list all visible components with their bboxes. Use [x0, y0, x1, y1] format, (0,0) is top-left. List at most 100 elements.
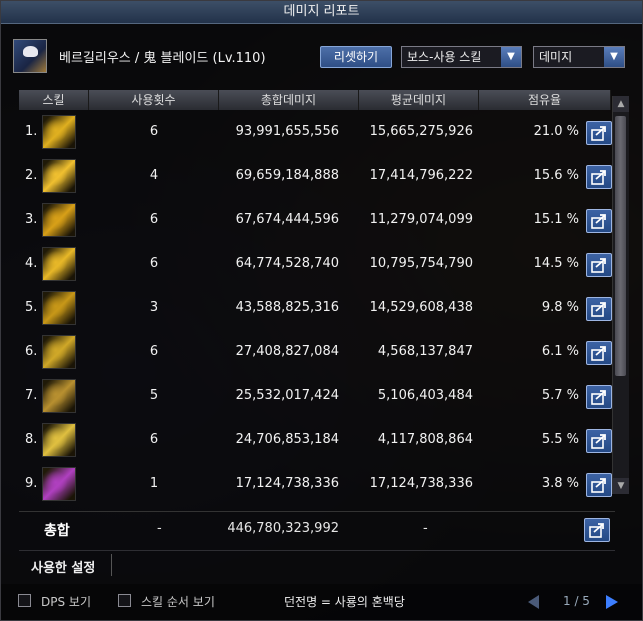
share-export-icon [591, 434, 606, 449]
skill-icon [42, 335, 76, 369]
row-share: 15.6 % [533, 168, 579, 183]
row-total-damage: 64,774,528,740 [235, 256, 339, 271]
table-row: 5. 3 43,588,825,316 14,529,608,438 9.8 % [19, 290, 615, 333]
col-header-total: 총합데미지 [219, 90, 359, 110]
chevron-up-icon[interactable]: ▲ [613, 96, 629, 112]
row-total-damage: 43,588,825,316 [235, 300, 339, 315]
col-header-share: 점유율 [479, 90, 611, 110]
share-export-icon [591, 302, 606, 317]
row-uses: 6 [149, 344, 159, 359]
scrollbar[interactable]: ▲ ▼ [612, 96, 629, 494]
row-share: 6.1 % [541, 344, 579, 359]
skill-icon [42, 291, 76, 325]
row-avg-damage: 4,568,137,847 [377, 344, 473, 359]
metric-dropdown-value: 데미지 [539, 50, 573, 64]
filter-dropdown-value: 보스-사용 스킬 [407, 50, 482, 64]
scroll-thumb[interactable] [615, 116, 626, 376]
page-indicator: 1 / 5 [563, 594, 590, 608]
skill-icon [42, 247, 76, 281]
row-avg-damage: 15,665,275,926 [369, 124, 473, 139]
row-rank: 6. [25, 344, 38, 359]
row-rank: 7. [25, 388, 38, 403]
row-uses: 6 [149, 256, 159, 271]
row-total-damage: 27,408,827,084 [235, 344, 339, 359]
row-rank: 4. [25, 256, 38, 271]
summary-row: 총합 - 446,780,323,992 - [19, 511, 615, 547]
row-share: 5.5 % [541, 432, 579, 447]
row-avg-damage: 11,279,074,099 [369, 212, 473, 227]
table-row: 7. 5 25,532,017,424 5,106,403,484 5.7 % [19, 378, 615, 421]
row-rank: 9. [25, 476, 38, 491]
summary-avg: - [423, 521, 428, 536]
row-uses: 6 [149, 124, 159, 139]
row-share-button[interactable] [586, 341, 612, 365]
share-export-icon [591, 170, 606, 185]
divider [111, 554, 112, 576]
row-share-button[interactable] [586, 253, 612, 277]
row-avg-damage: 14,529,608,438 [369, 300, 473, 315]
prev-page-icon[interactable] [528, 595, 539, 609]
character-avatar [13, 39, 47, 73]
row-total-damage: 67,674,444,596 [235, 212, 339, 227]
row-share-button[interactable] [586, 297, 612, 321]
row-share: 3.8 % [541, 476, 579, 491]
dps-checkbox[interactable] [18, 594, 31, 607]
row-share: 21.0 % [533, 124, 579, 139]
row-rank: 2. [25, 168, 38, 183]
row-total-damage: 69,659,184,888 [235, 168, 339, 183]
chevron-down-icon[interactable]: ▼ [604, 47, 624, 67]
row-rank: 8. [25, 432, 38, 447]
share-export-icon [591, 346, 606, 361]
row-avg-damage: 17,414,796,222 [369, 168, 473, 183]
reset-button[interactable]: 리셋하기 [320, 46, 392, 68]
skill-icon [42, 379, 76, 413]
skill-icon [42, 423, 76, 457]
skill-order-checkbox[interactable] [118, 594, 131, 607]
dps-checkbox-label: DPS 보기 [41, 595, 91, 609]
skill-icon [42, 159, 76, 193]
summary-share-button[interactable] [584, 518, 610, 542]
next-page-icon[interactable] [606, 595, 618, 609]
summary-uses: - [157, 521, 162, 536]
table-row: 9. 1 17,124,738,336 17,124,738,336 3.8 % [19, 466, 615, 509]
settings-row: 사용한 설정 [19, 550, 615, 579]
row-share-button[interactable] [586, 385, 612, 409]
col-header-avg: 평균데미지 [359, 90, 479, 110]
row-share-button[interactable] [586, 165, 612, 189]
skill-icon [42, 203, 76, 237]
share-export-icon [591, 390, 606, 405]
metric-dropdown[interactable]: 데미지 ▼ [533, 46, 625, 68]
row-share-button[interactable] [586, 429, 612, 453]
skill-icon [42, 467, 76, 501]
row-rank: 5. [25, 300, 38, 315]
row-share: 5.7 % [541, 388, 579, 403]
chevron-down-icon[interactable]: ▼ [501, 47, 521, 67]
row-uses: 6 [149, 212, 159, 227]
table-row: 4. 6 64,774,528,740 10,795,754,790 14.5 % [19, 246, 615, 289]
character-name: 베르길리우스 / 鬼 블레이드 (Lv.110) [59, 51, 266, 66]
share-export-icon [591, 478, 606, 493]
share-export-icon [591, 258, 606, 273]
row-share-button[interactable] [586, 121, 612, 145]
skill-table-body: 1. 6 93,991,655,556 15,665,275,926 21.0 % 2. 4… [19, 114, 615, 501]
window-title: 데미지 리포트 [1, 1, 642, 24]
row-avg-damage: 4,117,808,864 [377, 432, 473, 447]
table-row: 8. 6 24,706,853,184 4,117,808,864 5.5 % [19, 422, 615, 465]
row-share-button[interactable] [586, 209, 612, 233]
row-share: 9.8 % [541, 300, 579, 315]
table-row: 6. 6 27,408,827,084 4,568,137,847 6.1 % [19, 334, 615, 377]
filter-dropdown[interactable]: 보스-사용 스킬 ▼ [401, 46, 522, 68]
row-uses: 4 [149, 168, 159, 183]
row-share: 15.1 % [533, 212, 579, 227]
skill-order-checkbox-label: 스킬 순서 보기 [141, 595, 215, 609]
chevron-down-icon[interactable]: ▼ [613, 478, 629, 494]
summary-label: 총합 [44, 523, 70, 539]
row-total-damage: 93,991,655,556 [235, 124, 339, 139]
share-export-icon [591, 126, 606, 141]
row-total-damage: 17,124,738,336 [235, 476, 339, 491]
table-row: 1. 6 93,991,655,556 15,665,275,926 21.0 % [19, 114, 615, 157]
share-export-icon [589, 523, 604, 538]
share-export-icon [591, 214, 606, 229]
summary-total: 446,780,323,992 [227, 521, 339, 536]
row-share-button[interactable] [586, 473, 612, 497]
